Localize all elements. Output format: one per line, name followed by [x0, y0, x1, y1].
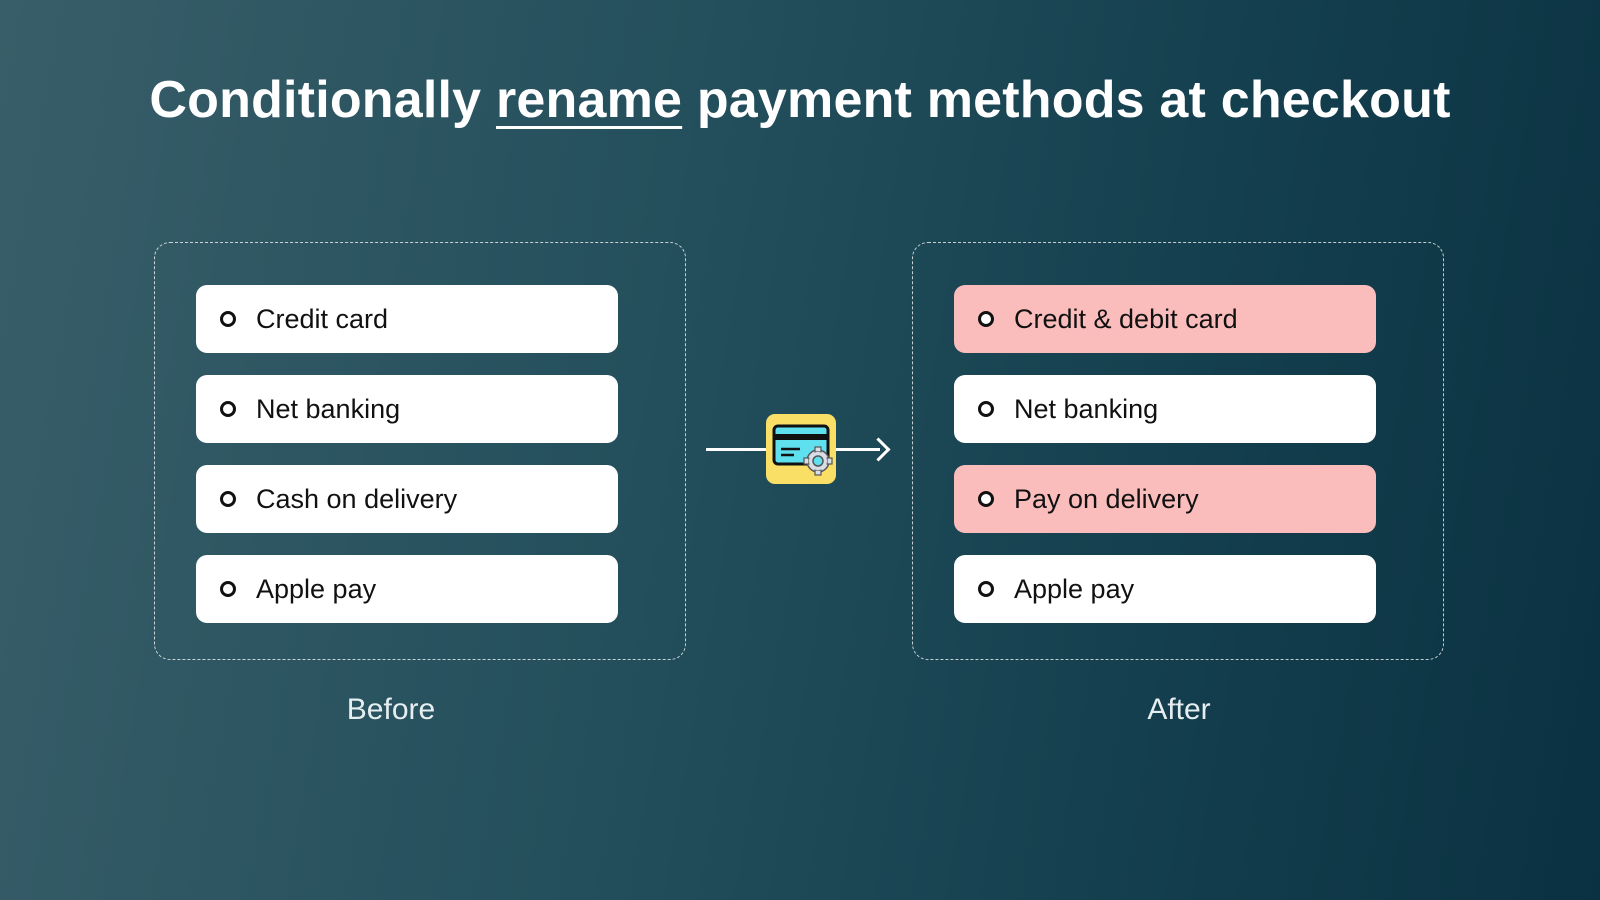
option-label: Credit & debit card — [1014, 303, 1238, 334]
transform-arrow — [706, 412, 891, 488]
radio-icon[interactable] — [978, 491, 994, 507]
radio-icon[interactable] — [978, 311, 994, 327]
option-label: Apple pay — [256, 573, 377, 604]
before-option-net-banking[interactable]: Net banking — [196, 375, 618, 443]
after-option-pay-on-delivery[interactable]: Pay on delivery — [954, 465, 1376, 533]
arrow-line — [706, 448, 768, 451]
after-caption: After — [1147, 693, 1211, 726]
title-emphasis: rename — [495, 71, 683, 129]
option-label: Cash on delivery — [256, 483, 458, 514]
title-suffix: payment methods at checkout — [682, 71, 1451, 129]
title-prefix: Conditionally — [149, 71, 496, 129]
option-label: Net banking — [1014, 393, 1159, 424]
before-panel: Credit card Net banking Cash on delivery… — [154, 242, 686, 660]
option-label: Pay on delivery — [1014, 483, 1199, 514]
before-option-apple-pay[interactable]: Apple pay — [196, 555, 618, 623]
before-caption: Before — [346, 693, 436, 726]
option-label: Apple pay — [1014, 573, 1135, 604]
radio-icon[interactable] — [978, 401, 994, 417]
radio-icon[interactable] — [220, 581, 236, 597]
page-title: Conditionally rename payment methods at … — [0, 70, 1600, 130]
before-option-cash-on-delivery[interactable]: Cash on delivery — [196, 465, 618, 533]
after-option-credit-debit-card[interactable]: Credit & debit card — [954, 285, 1376, 353]
radio-icon[interactable] — [220, 311, 236, 327]
before-option-credit-card[interactable]: Credit card — [196, 285, 618, 353]
radio-icon[interactable] — [220, 401, 236, 417]
after-option-apple-pay[interactable]: Apple pay — [954, 555, 1376, 623]
after-panel: Credit & debit card Net banking Pay on d… — [912, 242, 1444, 660]
option-label: Net banking — [256, 393, 401, 424]
radio-icon[interactable] — [978, 581, 994, 597]
radio-icon[interactable] — [220, 491, 236, 507]
credit-card-gear-icon — [766, 414, 836, 484]
arrow-head-icon — [866, 437, 891, 462]
after-option-net-banking[interactable]: Net banking — [954, 375, 1376, 443]
option-label: Credit card — [256, 303, 389, 334]
